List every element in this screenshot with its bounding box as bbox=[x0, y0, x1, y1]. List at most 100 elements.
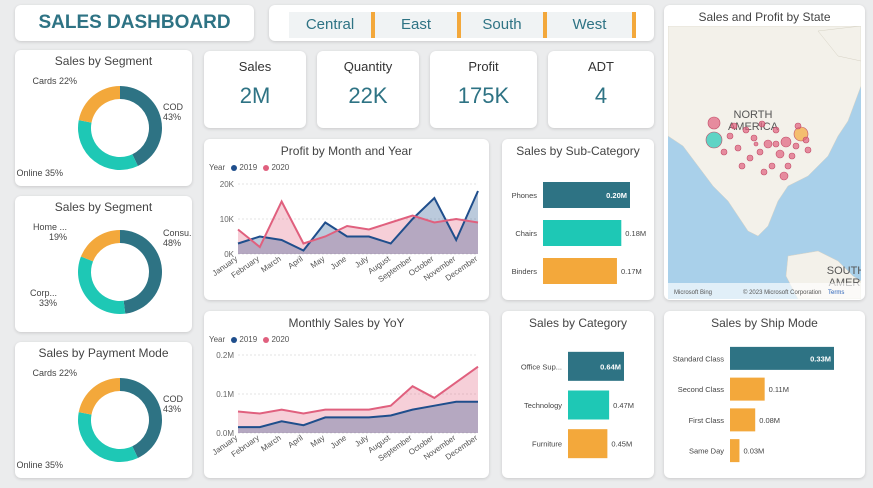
slicer-item-west[interactable]: West bbox=[547, 12, 636, 38]
x-tick-label: May bbox=[309, 254, 327, 270]
state-bubble[interactable] bbox=[788, 152, 796, 160]
x-tick-label: June bbox=[329, 433, 349, 451]
kpi-card-profit: Profit 175K bbox=[430, 51, 537, 128]
donut-slice[interactable] bbox=[78, 86, 120, 123]
state-bubble[interactable] bbox=[768, 162, 776, 170]
region-slicer: Central East South West bbox=[269, 5, 654, 41]
state-bubble[interactable] bbox=[760, 168, 768, 176]
bar-category-label: First Class bbox=[689, 416, 725, 425]
state-bubble[interactable] bbox=[779, 171, 789, 181]
bar[interactable] bbox=[730, 377, 765, 401]
slicer-item-south[interactable]: South bbox=[461, 12, 547, 38]
bar[interactable] bbox=[568, 429, 608, 459]
shipmode-bar-chart[interactable]: Standard Class 0.33M Second Class 0.11M Firs… bbox=[664, 311, 865, 478]
bar-category-label: Furniture bbox=[532, 440, 562, 449]
donut-slice-label: Consu...48% bbox=[163, 228, 192, 248]
y-tick-label: 0.1M bbox=[216, 390, 234, 399]
kpi-label: ADT bbox=[588, 59, 614, 74]
donut-slice[interactable] bbox=[78, 378, 120, 415]
state-bubble[interactable] bbox=[804, 146, 812, 154]
profit-area-chart[interactable]: 0K10K20KJanuaryFebruaryMarch April May June… bbox=[204, 139, 489, 300]
donut-slice-label: Home ... 19% bbox=[33, 222, 67, 242]
state-bubble[interactable] bbox=[802, 136, 810, 144]
state-bubble[interactable] bbox=[707, 116, 721, 130]
state-bubble[interactable] bbox=[734, 144, 742, 152]
sales-profit-map[interactable]: NORTHAMERICA SOUTHAMERI Microsoft Bing ©… bbox=[668, 26, 861, 299]
state-bubble[interactable] bbox=[758, 120, 766, 128]
segment-donut-chart[interactable]: COD 43% Online 35% Cards 22% bbox=[15, 50, 192, 186]
bar-category-label: Office Sup... bbox=[521, 362, 562, 371]
x-tick-label: June bbox=[329, 254, 349, 272]
state-bubble[interactable] bbox=[726, 132, 734, 140]
state-bubble[interactable] bbox=[792, 142, 800, 150]
donut-slice[interactable] bbox=[80, 230, 120, 262]
state-bubble[interactable] bbox=[730, 122, 738, 130]
state-bubble[interactable] bbox=[775, 149, 785, 159]
kpi-label: Sales bbox=[238, 59, 272, 74]
y-tick-label: 10K bbox=[220, 215, 235, 224]
page-title: SALES DASHBOARD bbox=[38, 12, 231, 33]
donut-slice-label: COD 43% bbox=[163, 102, 184, 122]
segment-donut-chart[interactable]: Consu...48% Corp...33% Home ...19% bbox=[15, 196, 192, 332]
donut-slice[interactable] bbox=[120, 230, 163, 314]
bar[interactable] bbox=[730, 439, 740, 463]
dashboard-title-card: SALES DASHBOARD bbox=[15, 5, 254, 41]
donut-slice[interactable] bbox=[77, 256, 126, 314]
state-bubble[interactable] bbox=[784, 162, 792, 170]
sales-profit-map-card: Sales and Profit by State NORTH AMERICA S… bbox=[664, 5, 865, 300]
state-bubble[interactable] bbox=[763, 139, 773, 149]
sales-area-chart[interactable]: 0.0M0.1M0.2MJanuaryFebruaryMarch April May… bbox=[204, 311, 489, 478]
bar[interactable] bbox=[730, 408, 756, 432]
state-bubble[interactable] bbox=[738, 162, 746, 170]
y-tick-label: 20K bbox=[220, 180, 235, 189]
donut-slice[interactable] bbox=[78, 120, 138, 170]
y-tick-label: 0.2M bbox=[216, 351, 234, 360]
state-bubble[interactable] bbox=[753, 141, 759, 147]
state-bubble[interactable] bbox=[794, 122, 802, 130]
bar-value-label: 0.64M bbox=[600, 362, 621, 371]
state-bubble[interactable] bbox=[750, 134, 758, 142]
bar[interactable] bbox=[543, 258, 617, 284]
map-terms-link[interactable]: Terms bbox=[828, 290, 844, 296]
kpi-value: 2M bbox=[239, 83, 271, 108]
bar[interactable] bbox=[543, 220, 622, 246]
state-bubble[interactable] bbox=[772, 126, 780, 134]
sales-by-category-card: Sales by Category Office Sup... 0.64M Tech… bbox=[502, 311, 654, 478]
donut-slice-label: Cards 22% bbox=[32, 368, 77, 378]
donut-slice-label: Corp... 33% bbox=[30, 288, 57, 308]
profit-by-month-card: Profit by Month and Year Year 2019 2020 … bbox=[204, 139, 489, 300]
bar-category-label: Chairs bbox=[515, 229, 537, 238]
donut-slice[interactable] bbox=[78, 412, 138, 462]
bar[interactable] bbox=[568, 390, 610, 420]
subcategory-bar-chart[interactable]: Phones 0.20M Chairs 0.18M Binders 0.17M bbox=[502, 139, 654, 300]
kpi-card-sales: Sales 2M bbox=[204, 51, 306, 128]
donut-slice[interactable] bbox=[120, 378, 162, 459]
state-bubble[interactable] bbox=[780, 136, 792, 148]
donut-slice[interactable] bbox=[120, 86, 162, 167]
slicer-item-central[interactable]: Central bbox=[289, 12, 375, 38]
payment-donut-chart[interactable]: COD 43% Online 35% Cards 22% bbox=[15, 342, 192, 478]
x-tick-label: May bbox=[309, 433, 327, 449]
kpi-label: Quantity bbox=[343, 59, 393, 74]
kpi-card-adt: ADT 4 bbox=[548, 51, 654, 128]
state-bubble[interactable] bbox=[756, 148, 764, 156]
donut-slice-label: Cards 22% bbox=[32, 76, 77, 86]
bar-category-label: Phones bbox=[512, 191, 538, 200]
kpi-value: 175K bbox=[457, 83, 510, 108]
x-tick-label: April bbox=[286, 433, 304, 450]
map-copyright: © 2023 Microsoft Corporation bbox=[743, 289, 821, 296]
category-bar-chart[interactable]: Office Sup... 0.64M Technology 0.47M Furnitu… bbox=[502, 311, 654, 478]
map-label-north-america: NORTH AMERICA bbox=[728, 109, 779, 133]
bar-value-label: 0.45M bbox=[611, 440, 632, 449]
slicer-item-east[interactable]: East bbox=[375, 12, 461, 38]
state-bubble[interactable] bbox=[705, 131, 723, 149]
state-bubble[interactable] bbox=[720, 148, 728, 156]
bar-value-label: 0.47M bbox=[613, 401, 634, 410]
payment-donut-card: Sales by Payment Mode COD 43% Online 35% Ca… bbox=[15, 342, 192, 478]
state-bubble[interactable] bbox=[742, 126, 750, 134]
x-tick-label: April bbox=[286, 254, 304, 271]
map-brand: Microsoft Bing bbox=[674, 290, 712, 296]
state-bubble[interactable] bbox=[746, 154, 754, 162]
state-bubble[interactable] bbox=[772, 140, 780, 148]
bar-value-label: 0.17M bbox=[621, 267, 642, 276]
